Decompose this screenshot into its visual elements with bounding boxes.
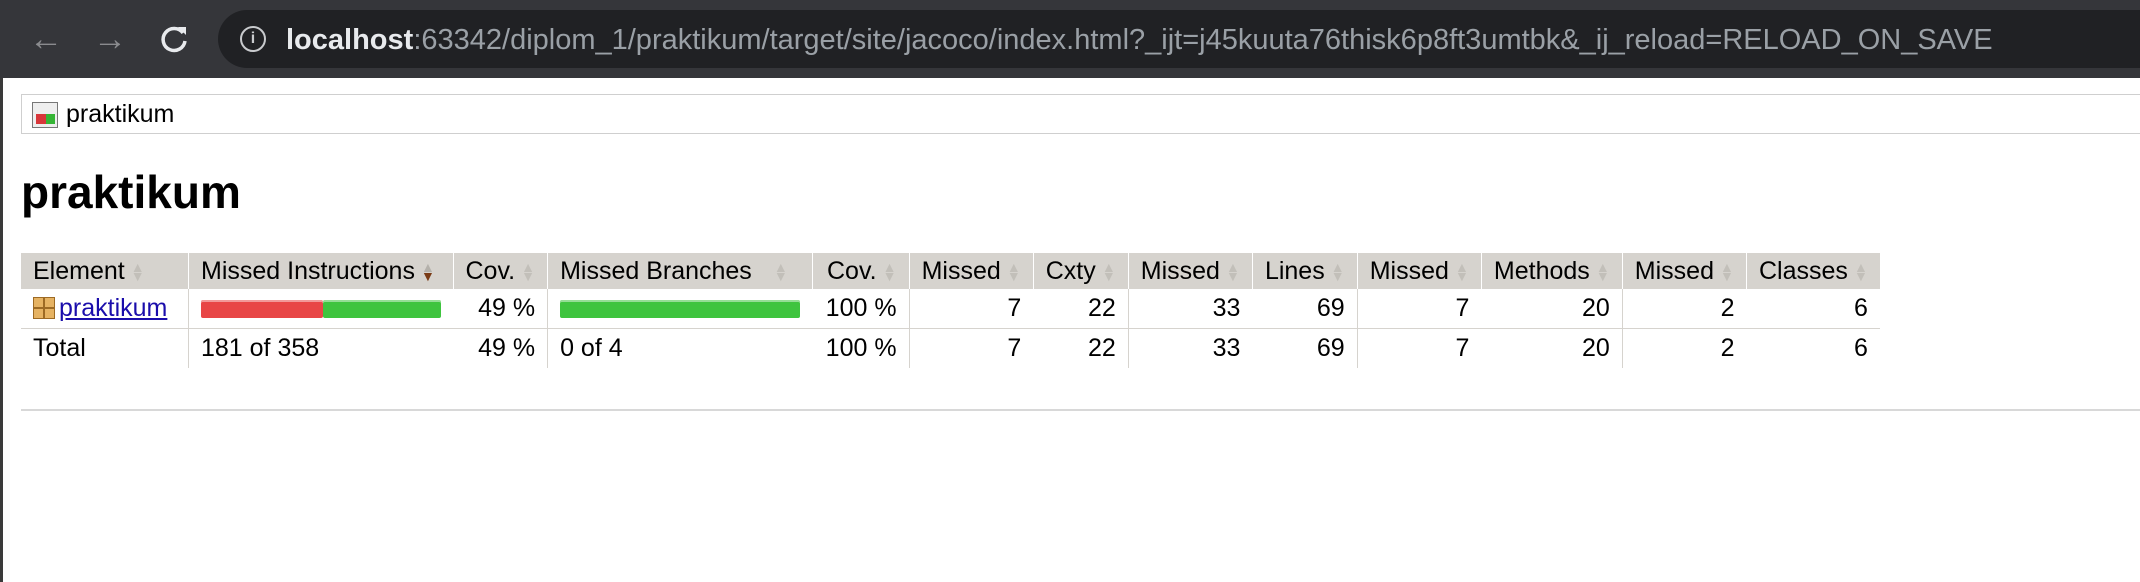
package-icon <box>33 297 55 319</box>
sort-icon: ▲ ▼ <box>1006 258 1021 284</box>
missed-lines-cell: 33 <box>1127 289 1253 329</box>
classes-cell: 6 <box>1746 289 1880 329</box>
sort-icon: ▲ ▼ <box>1330 258 1345 284</box>
element-link-praktikum[interactable]: praktikum <box>59 294 167 322</box>
site-info-icon[interactable]: i <box>240 26 266 52</box>
total-instructions-cov: 49 % <box>478 334 536 362</box>
url-text: localhost:63342/diplom_1/praktikum/targe… <box>286 24 1993 57</box>
sort-icon: ▲ ▼ <box>1720 258 1734 284</box>
url-path: :63342/diplom_1/praktikum/target/site/ja… <box>413 24 1993 56</box>
missed-classes-cell: 2 <box>1621 289 1747 329</box>
report-icon <box>32 102 58 128</box>
sort-icon: ▲ ▼ <box>1853 258 1868 284</box>
total-missed-cxty: 7 <box>908 328 1034 368</box>
page-title: praktikum <box>21 166 241 218</box>
column-header-methods[interactable]: Methods ▲ ▼ <box>1480 253 1623 289</box>
sort-icon: ▲ ▼ <box>1595 258 1610 284</box>
column-header-missed-branches[interactable]: Missed Branches ▲ ▼ <box>547 253 813 289</box>
column-header-missed-classes[interactable]: Missed ▲ ▼ <box>1621 253 1747 289</box>
missed-methods-cell: 7 <box>1356 289 1482 329</box>
total-label: Total <box>33 334 86 362</box>
sort-icon: ▲ ▼ <box>521 258 535 284</box>
missed-instructions-bar <box>188 289 453 329</box>
total-cxty: 22 <box>1087 334 1116 362</box>
browser-toolbar: ← → i localhost:63342/diplom_1/praktikum… <box>0 0 2140 78</box>
sort-icon: ▲ ▼ <box>1226 258 1240 284</box>
branches-cov-cell: 100 % <box>812 289 910 329</box>
sort-icon: ▲ ▼ <box>130 258 145 284</box>
column-header-missed-instructions[interactable]: Missed Instructions ▲ ▼ <box>188 253 453 289</box>
missed-branches-bar <box>547 289 813 329</box>
column-header-classes[interactable]: Classes ▲ ▼ <box>1745 253 1880 289</box>
total-branches-cov: 100 % <box>825 334 897 362</box>
column-header-missed-cxty[interactable]: Missed ▲ ▼ <box>908 253 1034 289</box>
reload-icon[interactable] <box>152 17 196 61</box>
total-row: Total 181 of 358 49 % 0 of 4 100 % 7 22 … <box>21 328 1880 368</box>
total-classes: 6 <box>1853 334 1868 362</box>
methods-cell: 20 <box>1481 289 1623 329</box>
missed-cxty-cell: 7 <box>908 289 1034 329</box>
breadcrumb: praktikum <box>21 94 2140 134</box>
column-header-lines[interactable]: Lines ▲ ▼ <box>1251 253 1358 289</box>
total-missed-lines: 33 <box>1127 328 1253 368</box>
column-header-branches-cov[interactable]: Cov. ▲ ▼ <box>811 253 910 289</box>
column-header-missed-lines[interactable]: Missed ▲ ▼ <box>1127 253 1253 289</box>
address-bar[interactable]: i localhost:63342/diplom_1/praktikum/tar… <box>218 10 2140 68</box>
sort-icon: ▲ ▼ <box>1101 258 1116 284</box>
total-missed-classes: 2 <box>1621 328 1747 368</box>
sort-icon: ▲ ▼ <box>773 258 788 284</box>
cxty-cell: 22 <box>1033 289 1129 329</box>
missed-bar-segment <box>201 300 323 319</box>
column-header-element[interactable]: Element ▲ ▼ <box>21 253 189 289</box>
coverage-table: Element ▲ ▼ Missed Instructions ▲ ▼ Cov. ▲ ▼ M… <box>21 253 1880 368</box>
sort-desc-icon: ▲ ▼ <box>421 258 435 284</box>
element-cell: praktikum <box>21 289 189 329</box>
column-header-instructions-cov[interactable]: Cov. ▲ ▼ <box>452 253 548 289</box>
column-header-cxty[interactable]: Cxty ▲ ▼ <box>1032 253 1129 289</box>
total-methods: 20 <box>1581 334 1610 362</box>
total-branches: 0 of 4 <box>547 328 813 368</box>
footer-divider <box>21 409 2140 411</box>
covered-bar-segment <box>560 300 801 319</box>
total-instructions: 181 of 358 <box>188 328 453 368</box>
column-header-missed-methods[interactable]: Missed ▲ ▼ <box>1356 253 1482 289</box>
forward-arrow-icon[interactable]: → <box>88 17 132 61</box>
back-arrow-icon[interactable]: ← <box>24 17 68 61</box>
covered-bar-segment <box>323 300 441 319</box>
table-row: praktikum 49 % 100 % 7 22 33 69 7 20 2 6 <box>21 289 1880 329</box>
instructions-cov-cell: 49 % <box>453 289 548 329</box>
sort-icon: ▲ ▼ <box>1454 258 1469 284</box>
total-lines: 69 <box>1316 334 1345 362</box>
total-missed-methods: 7 <box>1356 328 1482 368</box>
table-header-row: Element ▲ ▼ Missed Instructions ▲ ▼ Cov. ▲ ▼ M… <box>21 253 1880 289</box>
url-host: localhost <box>286 24 414 56</box>
page-content: praktikum praktikum Element ▲ ▼ Missed Ins… <box>0 78 2140 582</box>
breadcrumb-item: praktikum <box>66 100 175 128</box>
lines-cell: 69 <box>1252 289 1358 329</box>
sort-icon: ▲ ▼ <box>882 258 897 284</box>
